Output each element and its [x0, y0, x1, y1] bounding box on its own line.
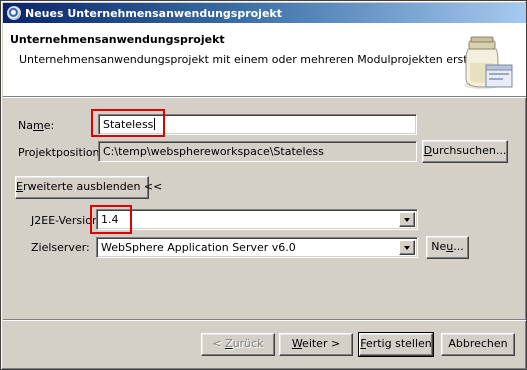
jar-wizard-graphic	[464, 36, 513, 89]
banner-title: Unternehmensanwendungsprojekt	[10, 33, 225, 46]
project-location-field: C:\temp\websphereworkspace\Stateless	[98, 141, 417, 162]
new-server-button[interactable]: Neu...	[426, 236, 469, 259]
finish-button[interactable]: Fertig stellen	[358, 332, 434, 357]
cancel-button[interactable]: Abbrechen	[441, 333, 515, 356]
eclipse-app-icon	[7, 6, 21, 20]
location-label: Projektposition:	[18, 146, 104, 159]
footer-separator	[3, 319, 526, 321]
dropdown-arrow-icon[interactable]	[399, 240, 415, 255]
hide-advanced-button[interactable]: Erweiterte ausblenden <<	[15, 176, 162, 199]
window-title: Neues Unternehmensanwendungsprojekt	[25, 6, 282, 20]
banner-description: Unternehmensanwendungsprojekt mit einem …	[19, 53, 498, 66]
target-server-label: Zielserver:	[31, 241, 90, 254]
j2ee-version-label: J2EE-Version:	[31, 214, 103, 227]
j2ee-version-value: 1.4	[101, 213, 119, 226]
wizard-banner: Unternehmensanwendungsprojekt Unternehme…	[3, 23, 526, 98]
title-bar[interactable]: Neues Unternehmensanwendungsprojekt	[3, 3, 526, 23]
j2ee-version-select[interactable]: 1.4	[96, 209, 418, 230]
target-server-value: WebSphere Application Server v6.0	[101, 241, 296, 254]
project-name-input[interactable]: Stateless	[98, 114, 417, 135]
wizard-window: Neues Unternehmensanwendungsprojekt Unte…	[0, 0, 527, 370]
next-button[interactable]: Weiter >	[279, 333, 353, 356]
back-button[interactable]: < Zurück	[201, 333, 275, 356]
name-label: Name:	[18, 119, 55, 132]
target-server-select[interactable]: WebSphere Application Server v6.0	[96, 237, 418, 258]
browse-button[interactable]: Durchsuchen...	[422, 140, 508, 163]
dropdown-arrow-icon[interactable]	[399, 212, 415, 227]
